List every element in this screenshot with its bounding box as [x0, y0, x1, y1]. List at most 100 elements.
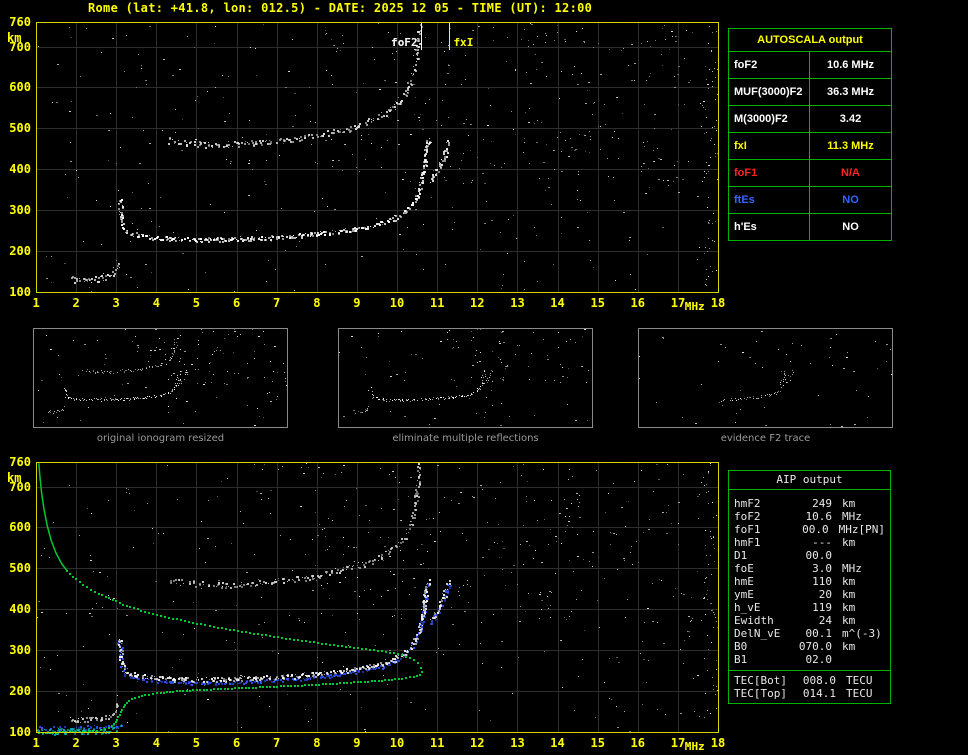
aip-row-B1: B1 02.0 — [729, 653, 890, 666]
param-label: fxI — [729, 133, 810, 159]
aip-row-ymE: ymE 20 km — [729, 588, 890, 601]
param-value: 00.1 — [805, 627, 833, 640]
param-label: DelN_vE — [734, 627, 781, 640]
param-label: Ewidth — [734, 614, 774, 627]
param-value: 119 — [812, 601, 832, 614]
param-unit: TECU — [846, 674, 873, 687]
param-value: 00.0 — [805, 549, 833, 562]
autoscala-output-table: AUTOSCALA output foF2 10.6 MHz MUF(3000)F2… — [728, 28, 892, 241]
aip-output-table: AIP output hmF2 249 km foF2 10.6 MHz foF1 00.0 M… — [728, 470, 891, 704]
param-unit: km — [842, 575, 856, 588]
param-label: ymE — [734, 588, 754, 601]
param-unit: km — [842, 536, 856, 549]
thumbnail-caption: evidence F2 trace — [720, 433, 811, 444]
autoscala-row-ftEs: ftEs NO — [729, 187, 891, 214]
param-label: B0 — [734, 640, 748, 653]
autoscala-window: Rome (lat: +41.8, lon: 012.5) - DATE: 20… — [0, 0, 968, 755]
param-value: 10.6 — [805, 510, 833, 523]
aip-row-D1: D1 00.0 — [729, 549, 890, 562]
param-label: h_vE — [734, 601, 761, 614]
param-value: NO — [842, 194, 859, 206]
aip-row-DelN_vE: DelN_vE 00.1 m^(-3) — [729, 627, 890, 640]
param-value: 110 — [812, 575, 832, 588]
param-value: 36.3 MHz — [826, 86, 875, 98]
param-label: hmF1 — [734, 536, 761, 549]
param-unit: m^(-3) — [842, 627, 882, 640]
param-label: hmE — [734, 575, 754, 588]
thumbnail-eliminate-reflections — [338, 328, 593, 428]
param-label: foE — [734, 562, 754, 575]
param-label: h'Es — [729, 214, 810, 240]
aip-row-foF2: foF2 10.6 MHz — [729, 510, 890, 523]
param-unit: km — [842, 640, 856, 653]
autoscala-row-MUF(3000)F2: MUF(3000)F2 36.3 MHz — [729, 79, 891, 106]
param-unit: MHz — [838, 523, 859, 536]
param-value: 014.1 — [802, 687, 836, 700]
param-label: MUF(3000)F2 — [729, 79, 810, 105]
param-unit — [832, 653, 842, 666]
param-unit: km — [842, 614, 856, 627]
param-unit: MHz — [842, 562, 862, 575]
ionogram-top-canvas — [0, 14, 730, 314]
param-flag: [PN] — [858, 523, 886, 536]
thumbnail-evidence-f2-trace — [638, 328, 893, 428]
param-unit — [832, 549, 842, 562]
autoscala-row-foF1: foF1 N/A — [729, 160, 891, 187]
param-label: B1 — [734, 653, 748, 666]
aip-row-hmF2: hmF2 249 km — [729, 497, 890, 510]
thumbnail-original-ionogram — [33, 328, 288, 428]
param-unit: km — [842, 497, 856, 510]
aip-row-TEC[Bot]: TEC[Bot] 008.0 TECU — [729, 674, 890, 687]
param-unit: km — [842, 601, 856, 614]
param-label: foF1 — [729, 160, 810, 186]
aip-table-rows: hmF2 249 km foF2 10.6 MHz foF1 00.0 MHz [PN] hmF1-… — [729, 497, 890, 666]
param-label: foF1 — [734, 523, 761, 536]
autoscala-row-M(3000)F2: M(3000)F2 3.42 — [729, 106, 891, 133]
param-value: 249 — [812, 497, 832, 510]
autoscala-row-h'Es: h'Es NO — [729, 214, 891, 240]
param-value: 24 — [818, 614, 832, 627]
param-label: TEC[Top] — [734, 687, 787, 700]
autoscala-row-fxI: fxI 11.3 MHz — [729, 133, 891, 160]
param-value: 070.0 — [798, 640, 832, 653]
param-value: 10.6 MHz — [826, 59, 875, 71]
param-unit: km — [842, 588, 856, 601]
param-value: 20 — [818, 588, 832, 601]
param-value: 3.0 — [812, 562, 832, 575]
aip-row-foE: foE 3.0 MHz — [729, 562, 890, 575]
autoscala-table-rows: foF2 10.6 MHz MUF(3000)F2 36.3 MHz M(3000)F2… — [729, 52, 891, 240]
autoscala-table-header: AUTOSCALA output — [729, 29, 891, 52]
thumbnail-caption: original ionogram resized — [96, 433, 225, 444]
aip-row-foF1: foF1 00.0 MHz [PN] — [729, 523, 890, 536]
param-label: foF2 — [729, 52, 810, 78]
param-value: 11.3 MHz — [827, 140, 874, 152]
param-value: 008.0 — [802, 674, 836, 687]
aip-row-hmE: hmE 110 km — [729, 575, 890, 588]
aip-row-Ewidth: Ewidth 24 km — [729, 614, 890, 627]
aip-table-header: AIP output — [729, 471, 890, 490]
param-value: --- — [812, 536, 832, 549]
param-value: 00.0 — [802, 523, 829, 536]
aip-row-h_vE: h_vE 119 km — [729, 601, 890, 614]
aip-tec-divider — [729, 670, 890, 671]
param-unit: TECU — [846, 687, 873, 700]
station-date-header: Rome (lat: +41.8, lon: 012.5) - DATE: 20… — [88, 1, 593, 15]
ionogram-bottom-canvas — [0, 455, 730, 755]
aip-tec-rows: TEC[Bot] 008.0 TECU TEC[Top] 014.1 TECU — [729, 674, 890, 700]
aip-row-B0: B0 070.0 km — [729, 640, 890, 653]
autoscala-row-foF2: foF2 10.6 MHz — [729, 52, 891, 79]
param-value: N/A — [841, 167, 860, 179]
param-label: D1 — [734, 549, 748, 562]
thumbnail-caption: eliminate multiple reflections — [392, 433, 539, 444]
param-label: M(3000)F2 — [729, 106, 810, 132]
aip-row-hmF1: hmF1 --- km — [729, 536, 890, 549]
param-unit: MHz — [842, 510, 862, 523]
param-label: ftEs — [729, 187, 810, 213]
param-label: foF2 — [734, 510, 761, 523]
param-label: hmF2 — [734, 497, 761, 510]
param-value: 3.42 — [839, 113, 862, 125]
param-value: 02.0 — [805, 653, 833, 666]
param-value: NO — [842, 221, 859, 233]
param-label: TEC[Bot] — [734, 674, 787, 687]
aip-row-TEC[Top]: TEC[Top] 014.1 TECU — [729, 687, 890, 700]
